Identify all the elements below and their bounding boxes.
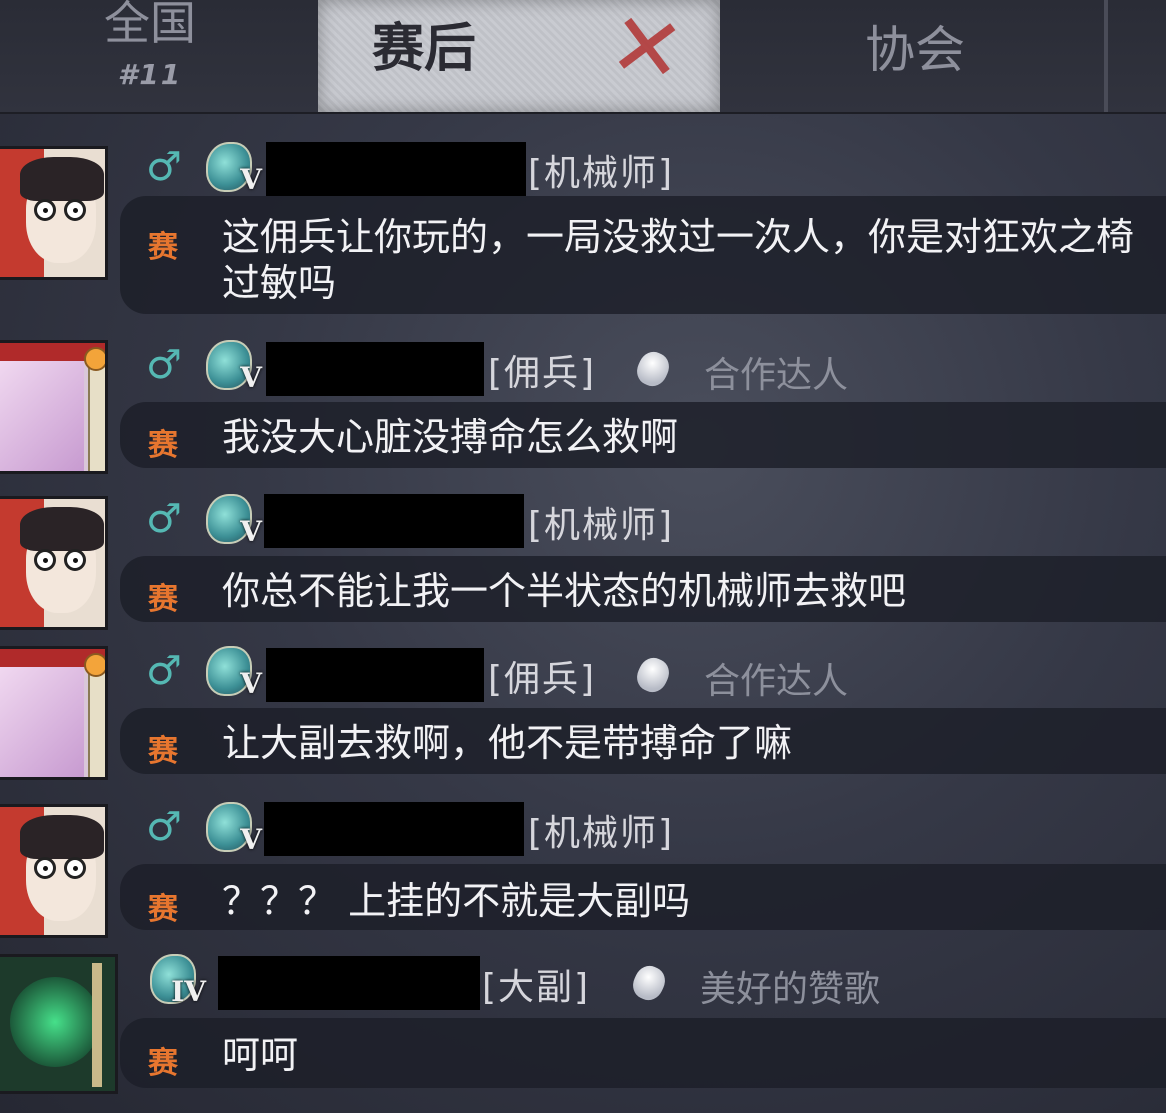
chat-message: ♂ V [机械师] 赛 ？？？ 上挂的不就是大副吗 (0, 800, 1166, 940)
channel-tab-bar: 全国 #11 赛后 ✕ 协会 (0, 0, 1166, 114)
rank-numeral: V (240, 667, 262, 700)
message-text: 我没大心脏没搏命怎么救啊 (222, 415, 679, 459)
player-role: [大副] (482, 967, 591, 1008)
tab-divider (1104, 0, 1108, 112)
player-role: [佣兵] (488, 659, 597, 700)
male-icon: ♂ (146, 804, 182, 850)
match-tag: 赛 (148, 428, 178, 463)
rank-badge-icon: V (202, 338, 262, 394)
redacted-username (266, 648, 484, 702)
tab-national-rank: #11 (117, 58, 183, 91)
message-text: 让大副去救啊，他不是带搏命了嘛 (222, 721, 793, 765)
redacted-username (264, 802, 524, 856)
male-icon: ♂ (146, 648, 182, 694)
male-icon: ♂ (146, 496, 182, 542)
chat-message: ♂ V [佣兵] 合作达人 赛 我没大心脏没搏命怎么救啊 (0, 338, 1166, 474)
avatar-mercenary[interactable] (0, 340, 108, 474)
rank-badge-icon: V (202, 492, 262, 548)
close-x-icon[interactable]: ✕ (603, 0, 690, 104)
rank-numeral: V (240, 823, 262, 856)
male-icon: ♂ (146, 144, 182, 190)
redacted-username (218, 956, 480, 1010)
player-title: 美好的赞歌 (700, 969, 881, 1010)
rank-badge-icon: IV (146, 952, 206, 1008)
player-role: [机械师] (528, 505, 675, 546)
title-badge-icon (628, 961, 670, 1005)
match-tag: 赛 (148, 734, 178, 769)
tab-guild-label: 协会 (865, 21, 965, 79)
tab-national[interactable]: 全国 #11 (0, 0, 300, 112)
rank-badge-icon: V (202, 644, 262, 700)
male-icon: ♂ (146, 342, 182, 388)
avatar-first-mate[interactable] (0, 954, 118, 1094)
rank-numeral: V (240, 515, 262, 548)
match-tag: 赛 (148, 582, 178, 617)
match-tag: 赛 (148, 230, 178, 265)
rank-numeral: V (240, 163, 262, 196)
tab-postmatch[interactable]: 赛后 ✕ (318, 0, 720, 112)
tab-guild[interactable]: 协会 (730, 0, 1100, 112)
rank-numeral: IV (171, 975, 206, 1008)
avatar-mercenary[interactable] (0, 646, 108, 780)
player-role: [机械师] (528, 813, 675, 854)
redacted-username (266, 142, 526, 196)
chat-message: ♂ V [机械师] 赛 你总不能让我一个半状态的机械师去救吧 (0, 492, 1166, 632)
chat-message: IV [大副] 美好的赞歌 赛 呵呵 (0, 952, 1166, 1102)
redacted-username (266, 342, 484, 396)
avatar-mechanic[interactable] (0, 146, 108, 280)
redacted-username (264, 494, 524, 548)
rank-numeral: V (240, 361, 262, 394)
tab-postmatch-label: 赛后 (372, 19, 477, 79)
message-text: 呵呵 (222, 1033, 299, 1077)
match-tag: 赛 (148, 1046, 178, 1081)
rank-badge-icon: V (202, 140, 262, 196)
player-role: [机械师] (528, 153, 675, 194)
avatar-mechanic[interactable] (0, 496, 108, 630)
chat-message: ♂ V [机械师] 赛 这佣兵让你玩的，一局没救过一次人，你是对狂欢之椅过敏吗 (0, 140, 1166, 315)
message-text: 这佣兵让你玩的，一局没救过一次人，你是对狂欢之椅过敏吗 (222, 215, 1135, 305)
player-role: [佣兵] (488, 353, 597, 394)
rank-badge-icon: V (202, 800, 262, 856)
chat-message: ♂ V [佣兵] 合作达人 赛 让大副去救啊，他不是带搏命了嘛 (0, 644, 1166, 784)
player-title: 合作达人 (704, 355, 849, 396)
tab-national-label: 全国 (104, 0, 196, 50)
match-tag: 赛 (148, 892, 178, 927)
message-text: 你总不能让我一个半状态的机械师去救吧 (222, 569, 907, 613)
message-text: ？？？ 上挂的不就是大副吗 (222, 879, 691, 923)
title-badge-icon (632, 653, 674, 697)
title-badge-icon (632, 347, 674, 391)
player-title: 合作达人 (704, 661, 849, 702)
avatar-mechanic[interactable] (0, 804, 108, 938)
